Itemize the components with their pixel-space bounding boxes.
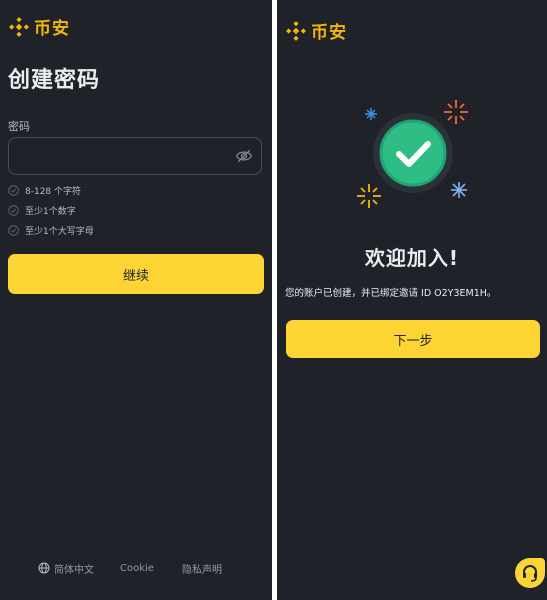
- globe-icon: [38, 562, 50, 574]
- rule-length: 8-128 个字符: [8, 184, 81, 197]
- language-selector[interactable]: 简体中文: [38, 561, 94, 576]
- eye-off-icon[interactable]: [235, 148, 253, 164]
- page-title: 创建密码: [8, 68, 101, 93]
- sparkle-orange-icon: [444, 100, 468, 124]
- welcome-subtitle: 您的账户已创建，并已绑定邀请 ID O2Y3EM1H。: [285, 288, 497, 299]
- rule-uppercase: 至少1个大写字母: [8, 224, 94, 237]
- continue-button[interactable]: 继续: [8, 254, 264, 294]
- next-step-button[interactable]: 下一步: [286, 320, 540, 358]
- check-circle-icon: [8, 185, 19, 196]
- rule-text: 8-128 个字符: [25, 187, 82, 197]
- brand-name: 币安: [34, 19, 70, 39]
- privacy-link[interactable]: 隐私声明: [182, 561, 222, 576]
- cookie-link[interactable]: Cookie: [120, 563, 154, 574]
- welcome-title: 欢迎加入!: [364, 246, 460, 270]
- success-illustration: [357, 100, 468, 208]
- sparkle-blue-icon: [365, 108, 377, 120]
- rule-digit: 至少1个数字: [8, 204, 76, 217]
- binance-logo-icon: [9, 16, 29, 37]
- binance-logo-icon: [286, 20, 306, 41]
- sparkle-lightblue-icon: [451, 182, 467, 198]
- password-label: 密码: [8, 120, 30, 133]
- brand-name: 币安: [311, 23, 347, 43]
- welcome-panel: 币安: [277, 0, 547, 600]
- sparkle-yellow-icon: [357, 184, 381, 208]
- headset-icon: [523, 565, 537, 582]
- language-label: 简体中文: [54, 564, 94, 576]
- create-password-panel: 币安 创建密码 密码 8-128 个字符 至少1个数字 至少1个大写字母 继续: [0, 0, 272, 600]
- brand-logo[interactable]: 币安: [285, 18, 347, 43]
- support-button[interactable]: [515, 558, 545, 588]
- rule-text: 至少1个数字: [25, 207, 76, 217]
- check-circle-icon: [8, 225, 19, 236]
- brand-logo[interactable]: 币安: [8, 14, 70, 39]
- check-circle-icon: [8, 205, 19, 216]
- rule-text: 至少1个大写字母: [25, 227, 94, 237]
- password-input[interactable]: [8, 137, 262, 175]
